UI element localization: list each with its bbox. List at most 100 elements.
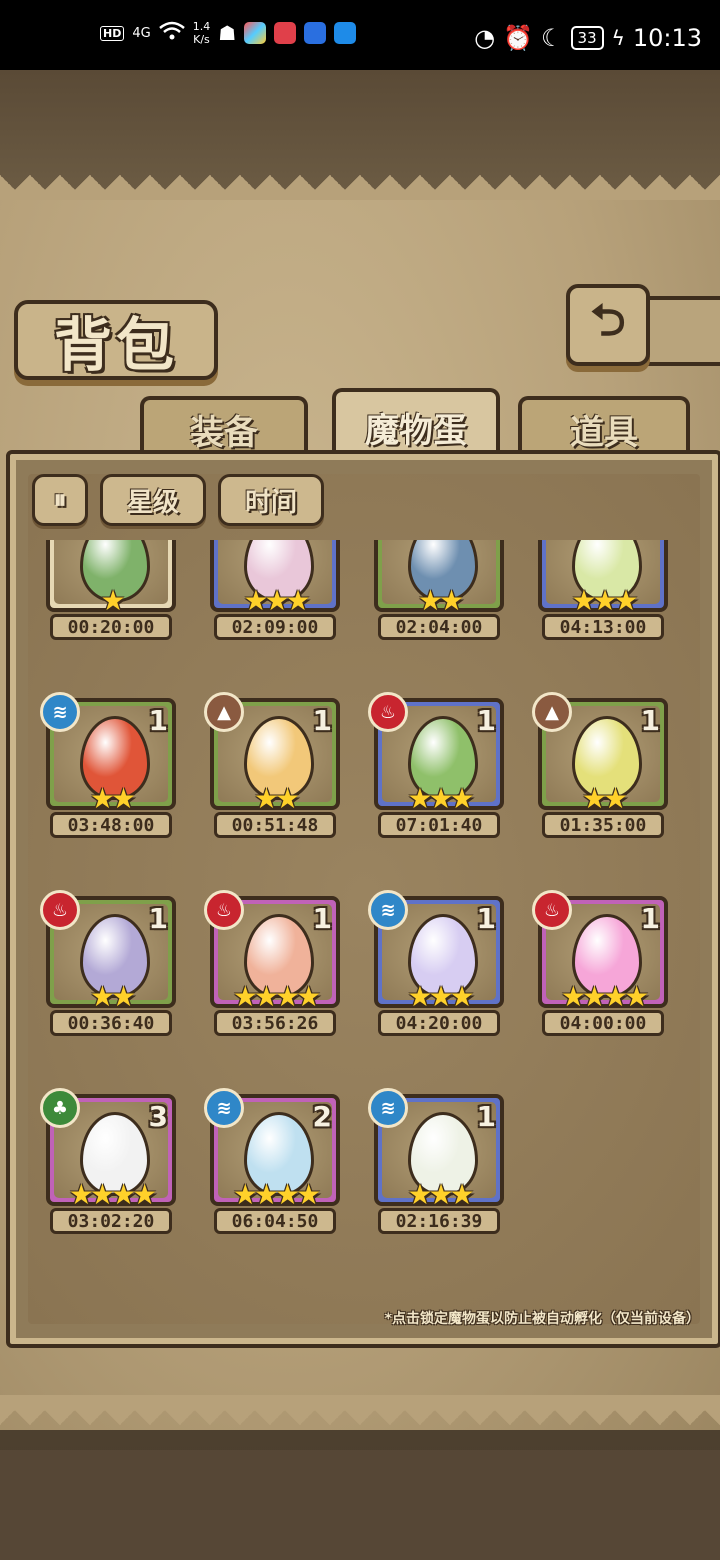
egg-count: 3: [148, 1100, 168, 1133]
egg-count: 1: [640, 902, 660, 935]
star-rating: ★★★: [407, 980, 474, 1013]
hatch-timer: 04:20:00: [378, 1010, 500, 1036]
net-speed-unit: K/s: [193, 33, 210, 46]
app-icon-3: [304, 22, 327, 44]
star-rating: ★★★★: [232, 980, 321, 1013]
star-rating: ★★: [417, 584, 464, 617]
fire-element-icon: ♨: [40, 890, 80, 930]
hatch-timer: 03:02:20: [50, 1208, 172, 1234]
water-element-icon: ≋: [368, 890, 408, 930]
star-rating: ★★★: [243, 584, 310, 617]
star-rating: ★★: [89, 980, 136, 1013]
earth-element-icon: ▲: [204, 692, 244, 732]
hatch-timer: 02:04:00: [378, 614, 500, 640]
egg-count: 1: [476, 704, 496, 737]
egg-card[interactable]: ♨ 1 ★★ 00:36:40: [40, 890, 176, 1036]
water-element-icon: ≋: [40, 692, 80, 732]
wifi-icon: [158, 21, 185, 45]
egg-count: 1: [312, 902, 332, 935]
sort-by-star-button[interactable]: 星级: [100, 474, 206, 526]
page-title: 背包: [53, 311, 178, 379]
hatch-timer: 03:56:26: [214, 1010, 336, 1036]
egg-card[interactable]: ≋ 1 ★★ 03:48:00: [40, 692, 176, 838]
hatch-timer: 00:20:00: [50, 614, 172, 640]
data-saver-icon: ◔: [474, 24, 496, 52]
hatch-timer: 06:04:50: [214, 1208, 336, 1234]
egg-card[interactable]: ≋ 2 ★★★★ 06:04:50: [204, 1088, 340, 1234]
sort-by-star-label: 星级: [126, 487, 179, 518]
star-rating: ★★★★: [68, 1178, 157, 1211]
back-button[interactable]: ⮌: [566, 284, 650, 366]
egg-card[interactable]: ♨ 1 ★★★ 07:01:40: [368, 692, 504, 838]
app-icon-1: [244, 22, 267, 44]
moon-icon: ☾: [541, 24, 563, 52]
egg-grid: ▲1★00:20:00♨★★★02:09:00▲1★★02:04:00≋1★★★…: [30, 540, 690, 1340]
back-button-rail: [640, 296, 720, 366]
hatch-timer: 00:36:40: [50, 1010, 172, 1036]
egg-card[interactable]: ≋ 1 ★★★ 04:20:00: [368, 890, 504, 1036]
qq-icon: ☗: [218, 21, 237, 45]
earth-element-icon: ▲: [532, 692, 572, 732]
fire-element-icon: ♨: [204, 890, 244, 930]
sort-by-time-button[interactable]: 时间: [218, 474, 324, 526]
sort-toggle-icon: ⏸: [53, 484, 67, 515]
signal-icon: 4G: [132, 25, 151, 41]
tab-bar: 装备 魔物蛋 道具: [10, 388, 710, 462]
hatch-timer: 07:01:40: [378, 812, 500, 838]
star-rating: ★★: [253, 782, 300, 815]
egg-count: 1: [640, 704, 660, 737]
star-rating: ★★: [89, 782, 136, 815]
app-icon-4: [334, 22, 357, 44]
hatch-timer: 04:00:00: [542, 1010, 664, 1036]
star-rating: ★★★: [571, 584, 638, 617]
net-speed-value: 1.4: [192, 20, 211, 33]
egg-count: 2: [312, 1100, 332, 1133]
hatch-timer: 03:48:00: [50, 812, 172, 838]
egg-card[interactable]: ▲1★00:20:00: [46, 540, 176, 640]
tab-monster-eggs-label: 魔物蛋: [365, 410, 467, 451]
egg-card[interactable]: ▲ 1 ★★ 01:35:00: [532, 692, 668, 838]
star-rating: ★: [100, 584, 125, 617]
clock: 10:13: [632, 24, 702, 52]
hatch-timer: 02:09:00: [214, 614, 336, 640]
egg-count: 1: [476, 1100, 496, 1133]
water-element-icon: ≋: [368, 1088, 408, 1128]
torn-edge-bottom: [0, 1395, 720, 1435]
egg-count: 1: [148, 902, 168, 935]
bottom-band: [0, 1450, 720, 1560]
egg-card[interactable]: ▲1★★02:04:00: [374, 540, 504, 640]
tab-equipment[interactable]: 装备: [140, 396, 308, 458]
tab-equipment-label: 装备: [190, 412, 258, 453]
egg-card[interactable]: ♣ 3 ★★★★ 03:02:20: [40, 1088, 176, 1234]
status-left: HD 4G 1.4 K/s ☗: [100, 20, 357, 46]
star-rating: ★★★: [407, 1178, 474, 1211]
game-scene: 背包 ⮌ 装备 魔物蛋 道具 ⏸ 星级 时间 ▲1★00:20:00♨★★★02…: [0, 70, 720, 1560]
fire-element-icon: ♨: [368, 692, 408, 732]
net-speed: 1.4 K/s: [193, 20, 211, 46]
app-icon-2: [274, 22, 297, 44]
egg-card[interactable]: ♨ 1 ★★★★ 04:00:00: [532, 890, 668, 1036]
sort-toggle-button[interactable]: ⏸: [32, 474, 88, 526]
lock-hint: *点击锁定魔物蛋以防止被自动孵化（仅当前设备）: [384, 1311, 700, 1327]
tab-items[interactable]: 道具: [518, 396, 690, 458]
alarm-icon: ⏰: [503, 24, 534, 52]
page-title-plate: 背包: [14, 300, 218, 380]
battery-icon: 33: [570, 26, 604, 50]
hatch-timer: 00:51:48: [214, 812, 336, 838]
star-rating: ★★: [581, 782, 628, 815]
hatch-timer: 02:16:39: [378, 1208, 500, 1234]
egg-card[interactable]: ♨ 1 ★★★★ 03:56:26: [204, 890, 340, 1036]
sort-by-time-label: 时间: [244, 487, 297, 518]
egg-card[interactable]: ♨★★★02:09:00: [210, 540, 340, 640]
star-rating: ★★★: [407, 782, 474, 815]
status-bar: HD 4G 1.4 K/s ☗ ◔ ⏰ ☾ 33 ϟ 10:13: [0, 0, 720, 70]
egg-count: 1: [312, 704, 332, 737]
egg-card[interactable]: ≋ 1 ★★★ 02:16:39: [368, 1088, 504, 1234]
egg-card[interactable]: ▲ 1 ★★ 00:51:48: [204, 692, 340, 838]
grass-element-icon: ♣: [40, 1088, 80, 1128]
egg-count: 1: [476, 902, 496, 935]
egg-card[interactable]: ≋1★★★04:13:00: [538, 540, 668, 640]
charging-icon: ϟ: [611, 26, 625, 50]
fire-element-icon: ♨: [532, 890, 572, 930]
water-element-icon: ≋: [204, 1088, 244, 1128]
